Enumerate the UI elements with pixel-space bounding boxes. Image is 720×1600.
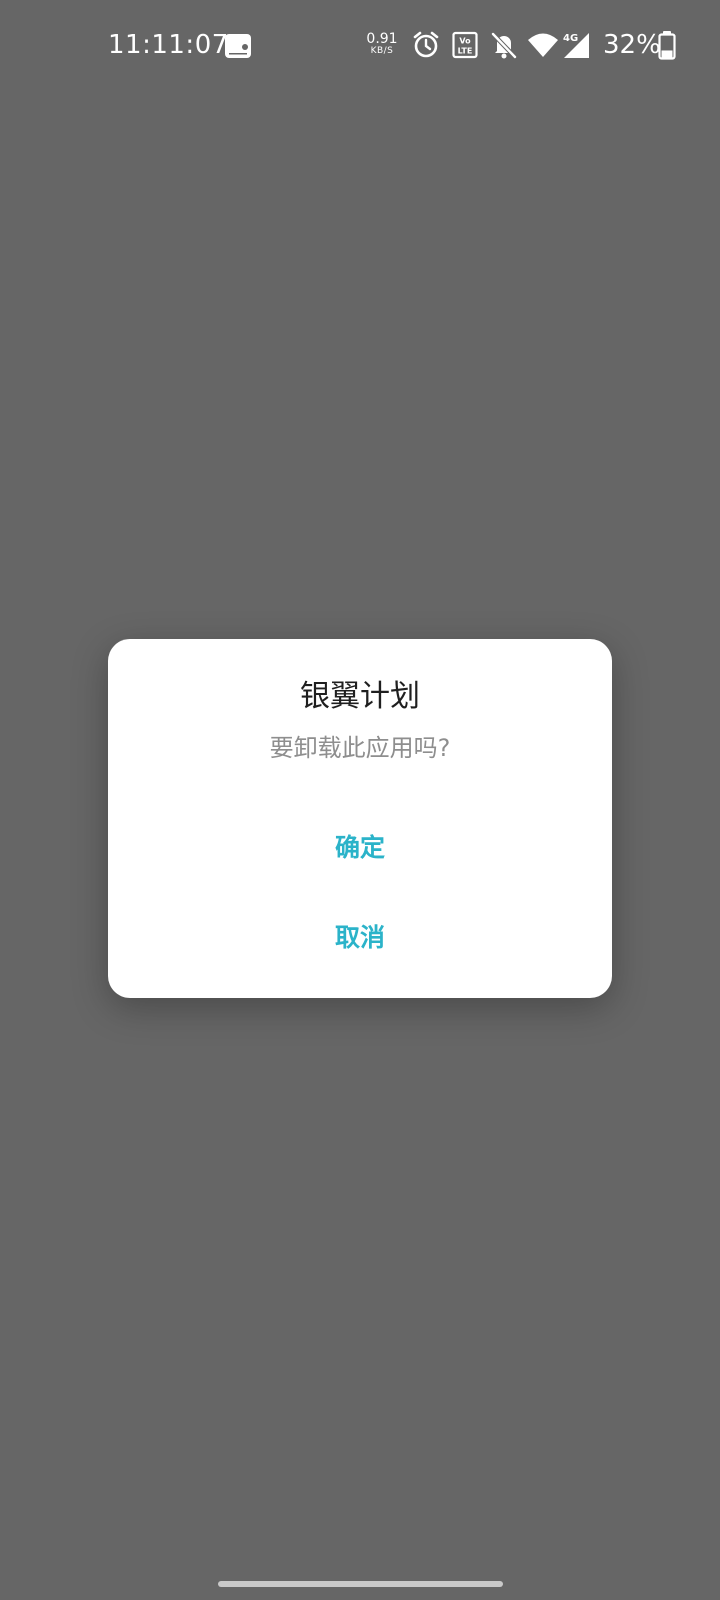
uninstall-dialog: 银翼计划 要卸载此应用吗? 确定 取消 (108, 639, 612, 998)
network-type-label: 4G (563, 33, 578, 44)
notifications-off-icon (491, 32, 517, 59)
cellular-signal-icon: 4G (563, 33, 589, 58)
cancel-button[interactable]: 取消 (132, 902, 588, 974)
wifi-icon (528, 33, 558, 57)
network-speed-unit: KB/S (370, 46, 394, 56)
network-speed-value: 0.91 (366, 31, 398, 47)
battery-icon (658, 31, 676, 60)
dialog-title: 银翼计划 (300, 679, 420, 714)
battery-level-fill (661, 50, 673, 58)
network-speed: 0.91 KB/S (364, 32, 400, 56)
svg-text:Vo: Vo (459, 37, 471, 46)
confirm-button[interactable]: 确定 (132, 812, 588, 884)
dialog-message: 要卸载此应用吗? (269, 734, 451, 762)
svg-text:LTE: LTE (458, 47, 473, 56)
volte-icon: Vo LTE (452, 31, 478, 59)
home-gesture-bar[interactable] (218, 1581, 503, 1587)
alarm-icon (413, 31, 439, 58)
status-bar: 11:11:07 0.91 KB/S Vo LTE 4G 32% (0, 0, 720, 92)
status-time: 11:11:07 (108, 30, 229, 60)
battery-percent: 32% (603, 30, 661, 60)
screen-recorder-icon (225, 34, 251, 58)
